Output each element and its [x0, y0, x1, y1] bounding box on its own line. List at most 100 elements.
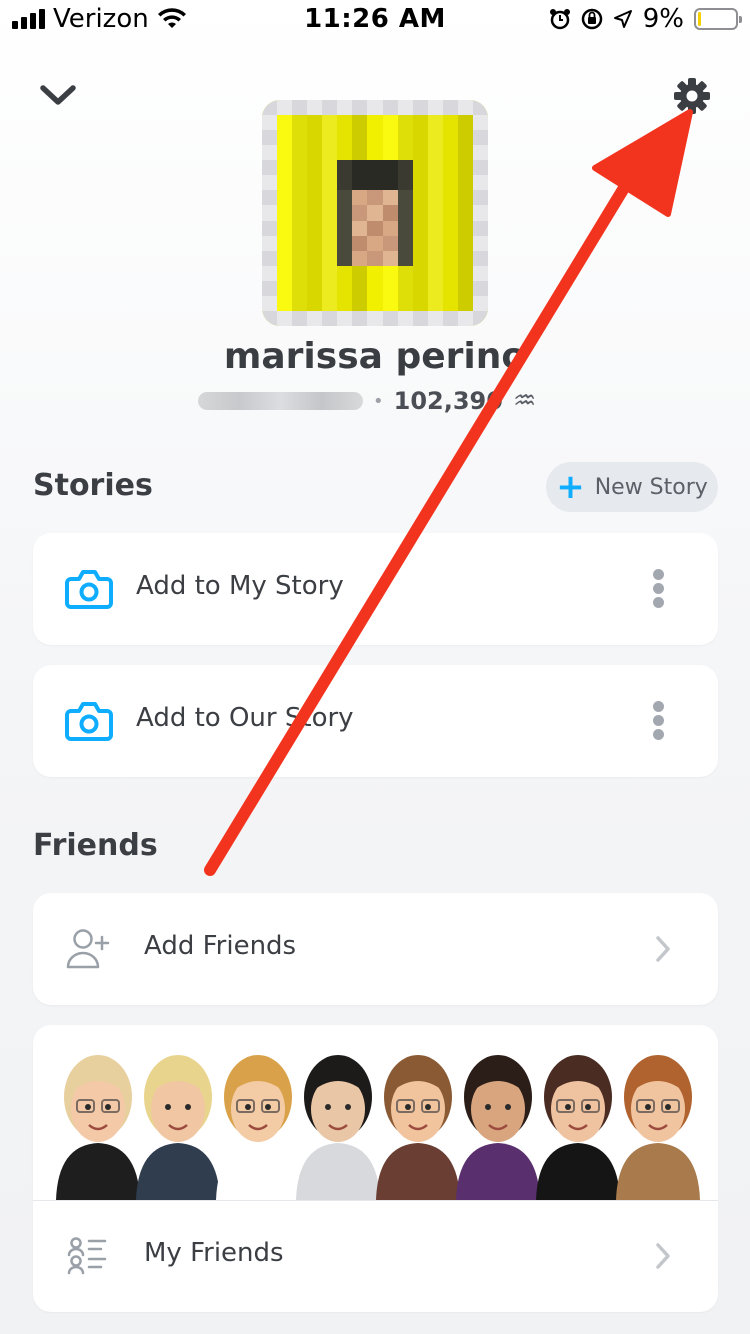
add-to-our-story-card[interactable]: Add to Our Story [33, 665, 718, 777]
avatar-pixel [427, 235, 444, 252]
more-options-icon[interactable] [648, 701, 668, 741]
avatar-pixel [472, 250, 488, 267]
avatar-pixel [322, 235, 339, 252]
avatar-pixel [457, 160, 474, 177]
snap-score: 102,390 [393, 387, 503, 415]
avatar-pixel [352, 280, 369, 297]
avatar-pixel [262, 100, 279, 117]
avatar-pixel [367, 265, 384, 282]
my-friends-card[interactable]: My Friends [33, 1025, 718, 1312]
avatar-pixel [337, 160, 354, 177]
avatar-pixel [307, 100, 324, 117]
avatar-pixel [412, 175, 429, 192]
avatar-pixel [472, 115, 488, 132]
avatar-pixel [442, 130, 459, 147]
add-friend-icon [66, 929, 110, 969]
avatar-pixel [262, 160, 279, 177]
avatar-pixel [337, 220, 354, 237]
bitmoji-body [456, 1143, 540, 1200]
gear-icon[interactable] [670, 74, 714, 118]
avatar-pixel [382, 190, 399, 207]
avatar-pixel [382, 115, 399, 132]
avatar-pixel [337, 265, 354, 282]
avatar-pixel [412, 310, 429, 326]
avatar-pixel [337, 130, 354, 147]
profile-avatar[interactable] [262, 100, 488, 326]
avatar-pixel [262, 265, 279, 282]
bitmoji-eye [585, 1104, 591, 1110]
avatar-pixel [322, 145, 339, 162]
zodiac-icon: ♒ [512, 386, 537, 416]
add-friends-label: Add Friends [144, 931, 297, 961]
avatar-pixel [322, 310, 339, 326]
avatar-pixel [367, 310, 384, 326]
avatar-pixel [397, 220, 414, 237]
battery-level [698, 12, 701, 26]
avatar-pixel [307, 175, 324, 192]
avatar-pixel [412, 190, 429, 207]
avatar-pixel [442, 160, 459, 177]
avatar-pixel [472, 280, 488, 297]
avatar-pixel [322, 205, 339, 222]
bitmoji-body [56, 1143, 140, 1200]
avatar-pixel [412, 145, 429, 162]
avatar-pixel [262, 295, 279, 312]
chevron-down-icon[interactable] [38, 78, 78, 110]
avatar-pixel [472, 130, 488, 147]
avatar-pixel [292, 250, 309, 267]
more-options-icon[interactable] [648, 569, 668, 609]
avatar-pixel [307, 115, 324, 132]
bitmoji-eye [105, 1104, 111, 1110]
avatar-pixel [412, 250, 429, 267]
avatar-pixel [352, 250, 369, 267]
avatar-pixel [427, 190, 444, 207]
avatar-pixel [352, 190, 369, 207]
avatar-pixel [277, 130, 294, 147]
avatar-pixel [352, 175, 369, 192]
new-story-button[interactable]: + New Story [546, 462, 718, 512]
status-bar: Verizon 11:26 AM 9% [0, 0, 750, 40]
avatar-pixel [457, 280, 474, 297]
my-friends-label: My Friends [144, 1238, 284, 1268]
avatar-pixel [367, 280, 384, 297]
avatar-pixel [457, 295, 474, 312]
chevron-right-icon [656, 936, 670, 962]
avatar-pixel [277, 115, 294, 132]
avatar-pixel [262, 250, 279, 267]
avatar-pixel [292, 265, 309, 282]
avatar-pixel [412, 265, 429, 282]
avatar-pixel [412, 130, 429, 147]
bitmoji-eye [425, 1104, 431, 1110]
avatar-pixel [262, 310, 279, 326]
avatar-pixel [367, 205, 384, 222]
avatar-pixel [292, 205, 309, 222]
avatar-pixel [397, 100, 414, 117]
avatar-pixel [367, 235, 384, 252]
avatar-pixel [457, 265, 474, 282]
avatar-pixel [367, 130, 384, 147]
battery-icon [694, 8, 742, 30]
stories-title: Stories [33, 468, 153, 503]
avatar-pixel [457, 175, 474, 192]
avatar-pixel [442, 250, 459, 267]
avatar-pixel [262, 130, 279, 147]
avatar-pixel [382, 175, 399, 192]
add-friends-card[interactable]: Add Friends [33, 893, 718, 1005]
avatar-pixel [277, 310, 294, 326]
add-to-my-story-card[interactable]: Add to My Story [33, 533, 718, 645]
avatar-pixel [427, 175, 444, 192]
avatar-pixel [292, 235, 309, 252]
avatar-pixel [337, 190, 354, 207]
avatar-pixel [262, 190, 279, 207]
avatar-pixel [352, 265, 369, 282]
avatar-pixel [457, 250, 474, 267]
avatar-pixel [307, 130, 324, 147]
location-icon [613, 10, 632, 28]
bitmoji-eye [405, 1104, 411, 1110]
battery-percent: 9% [642, 4, 684, 34]
avatar-pixel [457, 235, 474, 252]
avatar-pixel [352, 220, 369, 237]
avatar-pixel [322, 190, 339, 207]
avatar-pixel [322, 250, 339, 267]
avatar-pixel [307, 295, 324, 312]
